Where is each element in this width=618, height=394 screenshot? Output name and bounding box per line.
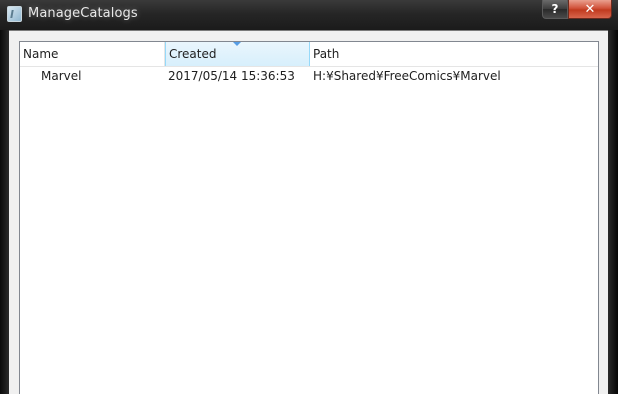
- cell-name: Marvel: [41, 69, 82, 83]
- app-icon[interactable]: [7, 6, 22, 22]
- window-frame-left: [0, 0, 9, 394]
- help-icon: ?: [551, 2, 559, 16]
- column-header-created[interactable]: Created: [165, 42, 310, 66]
- column-header-label: Name: [23, 47, 59, 61]
- sort-descending-icon: [233, 42, 241, 46]
- column-header-label: Path: [313, 47, 340, 61]
- list-item[interactable]: Marvel 2017/05/14 15:36:53 H:¥Shared¥Fre…: [20, 67, 598, 86]
- window-frame-right: [608, 0, 618, 394]
- title-bar[interactable]: ManageCatalogs ? ✕: [0, 0, 618, 30]
- close-button[interactable]: ✕: [568, 0, 612, 19]
- column-header-label: Created: [169, 47, 217, 61]
- list-rows: Marvel 2017/05/14 15:36:53 H:¥Shared¥Fre…: [20, 67, 598, 86]
- close-icon: ✕: [584, 1, 596, 17]
- caption-buttons: ? ✕: [542, 0, 612, 19]
- manage-catalogs-window: ManageCatalogs ? ✕ Name Created Path Mar…: [0, 0, 618, 394]
- list-header: Name Created Path: [20, 42, 598, 67]
- column-header-name[interactable]: Name: [20, 42, 165, 66]
- catalogs-list[interactable]: Name Created Path Marvel 2017/05/14 15:3…: [19, 41, 599, 394]
- help-button[interactable]: ?: [542, 0, 568, 19]
- cell-path: H:¥Shared¥FreeComics¥Marvel: [313, 69, 501, 83]
- client-area: Name Created Path Marvel 2017/05/14 15:3…: [9, 30, 608, 394]
- window-title: ManageCatalogs: [28, 6, 138, 21]
- column-header-path[interactable]: Path: [310, 42, 598, 66]
- cell-created: 2017/05/14 15:36:53: [168, 69, 295, 83]
